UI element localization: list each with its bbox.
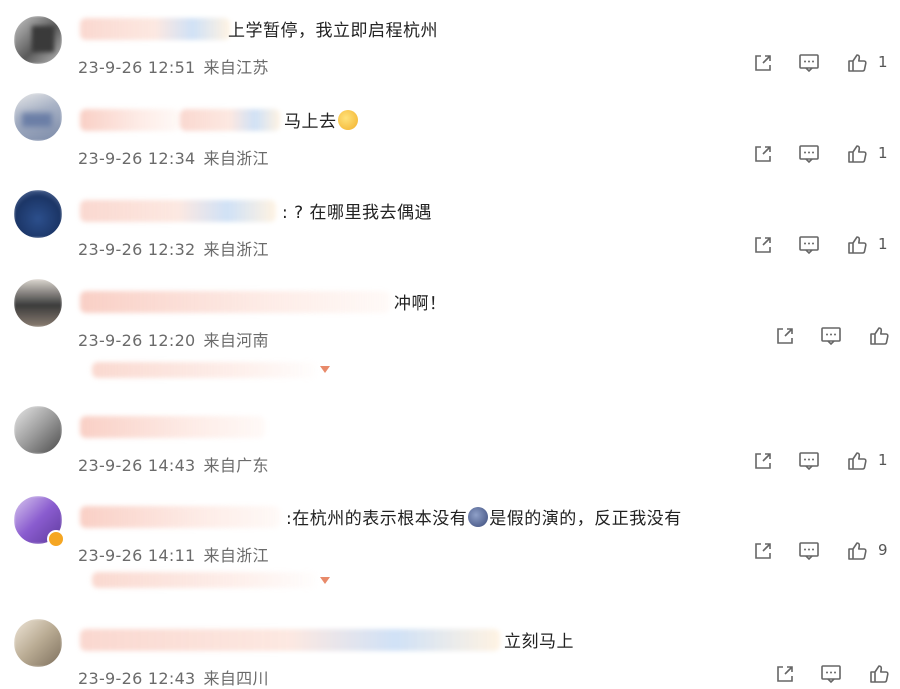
avatar[interactable]	[14, 406, 62, 454]
comment-location: 来自河南	[203, 331, 269, 350]
blurred-username[interactable]	[80, 506, 280, 528]
comment-icon[interactable]	[798, 540, 822, 562]
like-count: 9	[878, 541, 888, 559]
chevron-down-icon[interactable]	[320, 366, 330, 373]
comment-location: 来自浙江	[203, 149, 269, 168]
blurred-username[interactable]	[80, 629, 500, 651]
blurred-username[interactable]	[180, 109, 280, 131]
comment-meta: 23-9-26 14:11 来自浙江	[78, 542, 277, 566]
comment-icon[interactable]	[820, 663, 844, 685]
comment-icon[interactable]	[798, 52, 822, 74]
comment-meta: 23-9-26 12:34 来自浙江	[78, 145, 277, 169]
emoji-icon	[337, 110, 358, 130]
comment-location: 来自江苏	[203, 58, 269, 77]
avatar[interactable]	[14, 93, 62, 141]
thumbs-up-icon[interactable]	[846, 143, 870, 165]
comment-date: 23-9-26 14:11	[78, 546, 196, 565]
comment-icon[interactable]	[798, 143, 822, 165]
blurred-reply-summary[interactable]	[92, 362, 317, 378]
comment-meta: 23-9-26 14:43 来自广东	[78, 452, 277, 476]
blurred-username[interactable]	[80, 109, 180, 131]
like-count: 1	[878, 451, 888, 469]
share-icon[interactable]	[774, 325, 798, 347]
comment-text-part: 是假的演的，反正我没有	[489, 509, 682, 529]
share-icon[interactable]	[752, 450, 776, 472]
share-icon[interactable]	[752, 52, 776, 74]
comment-meta: 23-9-26 12:32 来自浙江	[78, 236, 277, 260]
comment-date: 23-9-26 12:32	[78, 240, 196, 259]
share-icon[interactable]	[774, 663, 798, 685]
like-count: 1	[878, 144, 888, 162]
like-count: 1	[878, 235, 888, 253]
comment-date: 23-9-26 12:34	[78, 149, 196, 168]
comment-text-part: :在杭州的表示根本没有	[286, 509, 468, 529]
verified-badge-icon	[47, 530, 65, 548]
comment-text: 上学暂停，我立即启程杭州	[228, 21, 438, 41]
comment-date: 23-9-26 12:20	[78, 331, 196, 350]
thumbs-up-icon[interactable]	[846, 450, 870, 472]
comment-location: 来自浙江	[203, 240, 269, 259]
thumbs-up-icon[interactable]	[868, 325, 892, 347]
thumbs-up-icon[interactable]	[846, 540, 870, 562]
thumbs-up-icon[interactable]	[868, 663, 892, 685]
comment-text: 马上去	[284, 107, 359, 132]
share-icon[interactable]	[752, 143, 776, 165]
comment-text: 立刻马上	[504, 632, 574, 652]
comment-text: : ? 在哪里我去偶遇	[282, 203, 433, 223]
chevron-down-icon[interactable]	[320, 577, 330, 584]
comment-text: 冲啊！	[394, 294, 447, 314]
comment-location: 来自广东	[203, 456, 269, 475]
comment-icon[interactable]	[798, 450, 822, 472]
avatar[interactable]	[14, 619, 62, 667]
comment-date: 23-9-26 12:51	[78, 58, 196, 77]
blurred-username[interactable]	[80, 200, 276, 222]
like-count: 1	[878, 53, 888, 71]
thumbs-up-icon[interactable]	[846, 52, 870, 74]
share-icon[interactable]	[752, 234, 776, 256]
comment-meta: 23-9-26 12:20 来自河南	[78, 327, 277, 351]
blurred-username[interactable]	[80, 18, 230, 40]
comment-meta: 23-9-26 12:43 来自四川	[78, 665, 277, 689]
comment-meta: 23-9-26 12:51 来自江苏	[78, 54, 277, 78]
comment-date: 23-9-26 14:43	[78, 456, 196, 475]
blurred-username[interactable]	[80, 291, 390, 313]
comment-icon[interactable]	[798, 234, 822, 256]
comment-text-body: 马上去	[284, 112, 337, 132]
emoji-icon	[468, 507, 489, 527]
avatar[interactable]	[14, 279, 62, 327]
comment-location: 来自浙江	[203, 546, 269, 565]
thumbs-up-icon[interactable]	[846, 234, 870, 256]
share-icon[interactable]	[752, 540, 776, 562]
avatar[interactable]	[14, 16, 62, 64]
blurred-reply-summary[interactable]	[92, 572, 317, 588]
comment-icon[interactable]	[820, 325, 844, 347]
comment-text: :在杭州的表示根本没有 是假的演的，反正我没有	[286, 504, 682, 529]
blurred-username[interactable]	[80, 416, 265, 438]
avatar[interactable]	[14, 190, 62, 238]
